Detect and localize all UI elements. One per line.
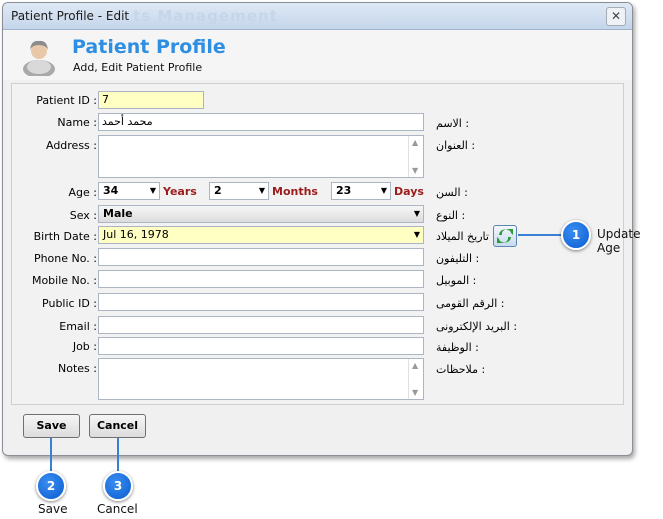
refresh-icon: [497, 229, 513, 243]
age-days-value: 23: [336, 184, 352, 197]
save-button[interactable]: Save: [23, 414, 80, 438]
callout-label-3: Cancel: [97, 502, 138, 516]
address-label: Address :: [45, 139, 97, 152]
address-scrollbar[interactable]: ▲ ▼: [408, 136, 423, 177]
sex-label: Sex :: [69, 209, 97, 222]
birth-date-value: Jul 16, 1978: [103, 228, 169, 241]
callout-connector: [518, 234, 564, 236]
callout-badge-1: 1: [561, 220, 591, 250]
birth-date-label: Birth Date :: [33, 230, 97, 243]
mobile-arabic-label: الموبيل :: [436, 274, 477, 287]
age-years-value: 34: [103, 184, 119, 197]
page-subtitle: Add, Edit Patient Profile: [73, 61, 203, 74]
notes-field[interactable]: ▲ ▼: [98, 358, 424, 400]
dropdown-arrow-icon: ▼: [258, 186, 265, 195]
form-header: Patient Profile Add, Edit Patient Profil…: [3, 30, 632, 80]
update-age-button[interactable]: [493, 225, 517, 247]
phone-label: Phone No. :: [33, 252, 97, 265]
age-months-value: 2: [214, 184, 222, 197]
notes-label: Notes :: [58, 362, 97, 375]
email-field[interactable]: [98, 316, 424, 334]
notes-arabic-label: ملاحظات :: [436, 363, 486, 376]
page-title: Patient Profile: [72, 36, 226, 58]
sex-arabic-label: النوع :: [436, 209, 466, 222]
dropdown-arrow-icon: ▼: [380, 186, 387, 195]
job-field[interactable]: [98, 337, 424, 355]
mobile-label: Mobile No. :: [31, 274, 97, 287]
sex-value: Male: [103, 207, 133, 220]
callout-badge-3: 3: [103, 471, 133, 501]
callout-label-1: Update Age: [597, 227, 641, 255]
patient-id-field[interactable]: 7: [98, 91, 204, 109]
patient-avatar-icon: [23, 40, 55, 76]
sex-dropdown[interactable]: Male ▼: [98, 205, 424, 223]
age-months-dropdown[interactable]: 2 ▼: [209, 182, 269, 200]
birth-date-arabic-label: تاريخ الميلاد :: [436, 230, 496, 243]
close-button[interactable]: ✕: [606, 7, 626, 26]
notes-scrollbar[interactable]: ▲ ▼: [408, 359, 423, 399]
name-arabic-label: الاسم :: [436, 117, 470, 130]
window-title: Patient Profile - Edit: [11, 9, 130, 23]
title-bar: Patient Profile - Edit ts Management ✕: [3, 3, 632, 30]
scroll-down-icon: ▼: [412, 166, 419, 175]
birth-date-picker[interactable]: Jul 16, 1978 ▼: [98, 226, 424, 244]
callout-connector: [117, 438, 119, 474]
mobile-field[interactable]: [98, 270, 424, 288]
public-id-label: Public ID :: [42, 297, 97, 310]
callout-label-2: Save: [38, 502, 68, 516]
name-label: Name :: [57, 116, 97, 129]
dropdown-arrow-icon: ▼: [149, 186, 156, 195]
scroll-up-icon: ▲: [412, 361, 419, 370]
dropdown-arrow-icon: ▼: [413, 230, 420, 239]
form-panel: Patient ID : 7 Name : محمد أحمد الاسم : …: [11, 83, 624, 405]
age-years-dropdown[interactable]: 34 ▼: [98, 182, 160, 200]
public-id-arabic-label: الرقم القومى :: [436, 297, 505, 310]
age-label: Age :: [68, 186, 97, 199]
age-days-unit: Days: [394, 185, 424, 198]
patient-id-label: Patient ID :: [36, 94, 97, 107]
public-id-field[interactable]: [98, 293, 424, 311]
scroll-up-icon: ▲: [412, 138, 419, 147]
address-field[interactable]: ▲ ▼: [98, 135, 424, 178]
phone-arabic-label: التليفون :: [436, 252, 480, 265]
job-label: Job :: [72, 340, 97, 353]
age-months-unit: Months: [272, 185, 318, 198]
age-arabic-label: السن :: [436, 186, 468, 199]
cancel-button[interactable]: Cancel: [89, 414, 146, 438]
scroll-down-icon: ▼: [412, 388, 419, 397]
email-label: Email :: [59, 320, 97, 333]
email-arabic-label: البريد الإلكترونى :: [436, 320, 518, 333]
phone-field[interactable]: [98, 248, 424, 266]
background-title-ghost: ts Management: [133, 7, 278, 25]
callout-connector: [50, 438, 52, 474]
age-days-dropdown[interactable]: 23 ▼: [331, 182, 391, 200]
dropdown-arrow-icon: ▼: [413, 209, 420, 218]
name-field[interactable]: محمد أحمد: [98, 113, 424, 131]
age-years-unit: Years: [163, 185, 197, 198]
address-arabic-label: العنوان :: [436, 139, 476, 152]
patient-profile-window: Patient Profile - Edit ts Management ✕ P…: [2, 2, 633, 456]
callout-badge-2: 2: [36, 471, 66, 501]
job-arabic-label: الوظيفة :: [436, 341, 479, 354]
